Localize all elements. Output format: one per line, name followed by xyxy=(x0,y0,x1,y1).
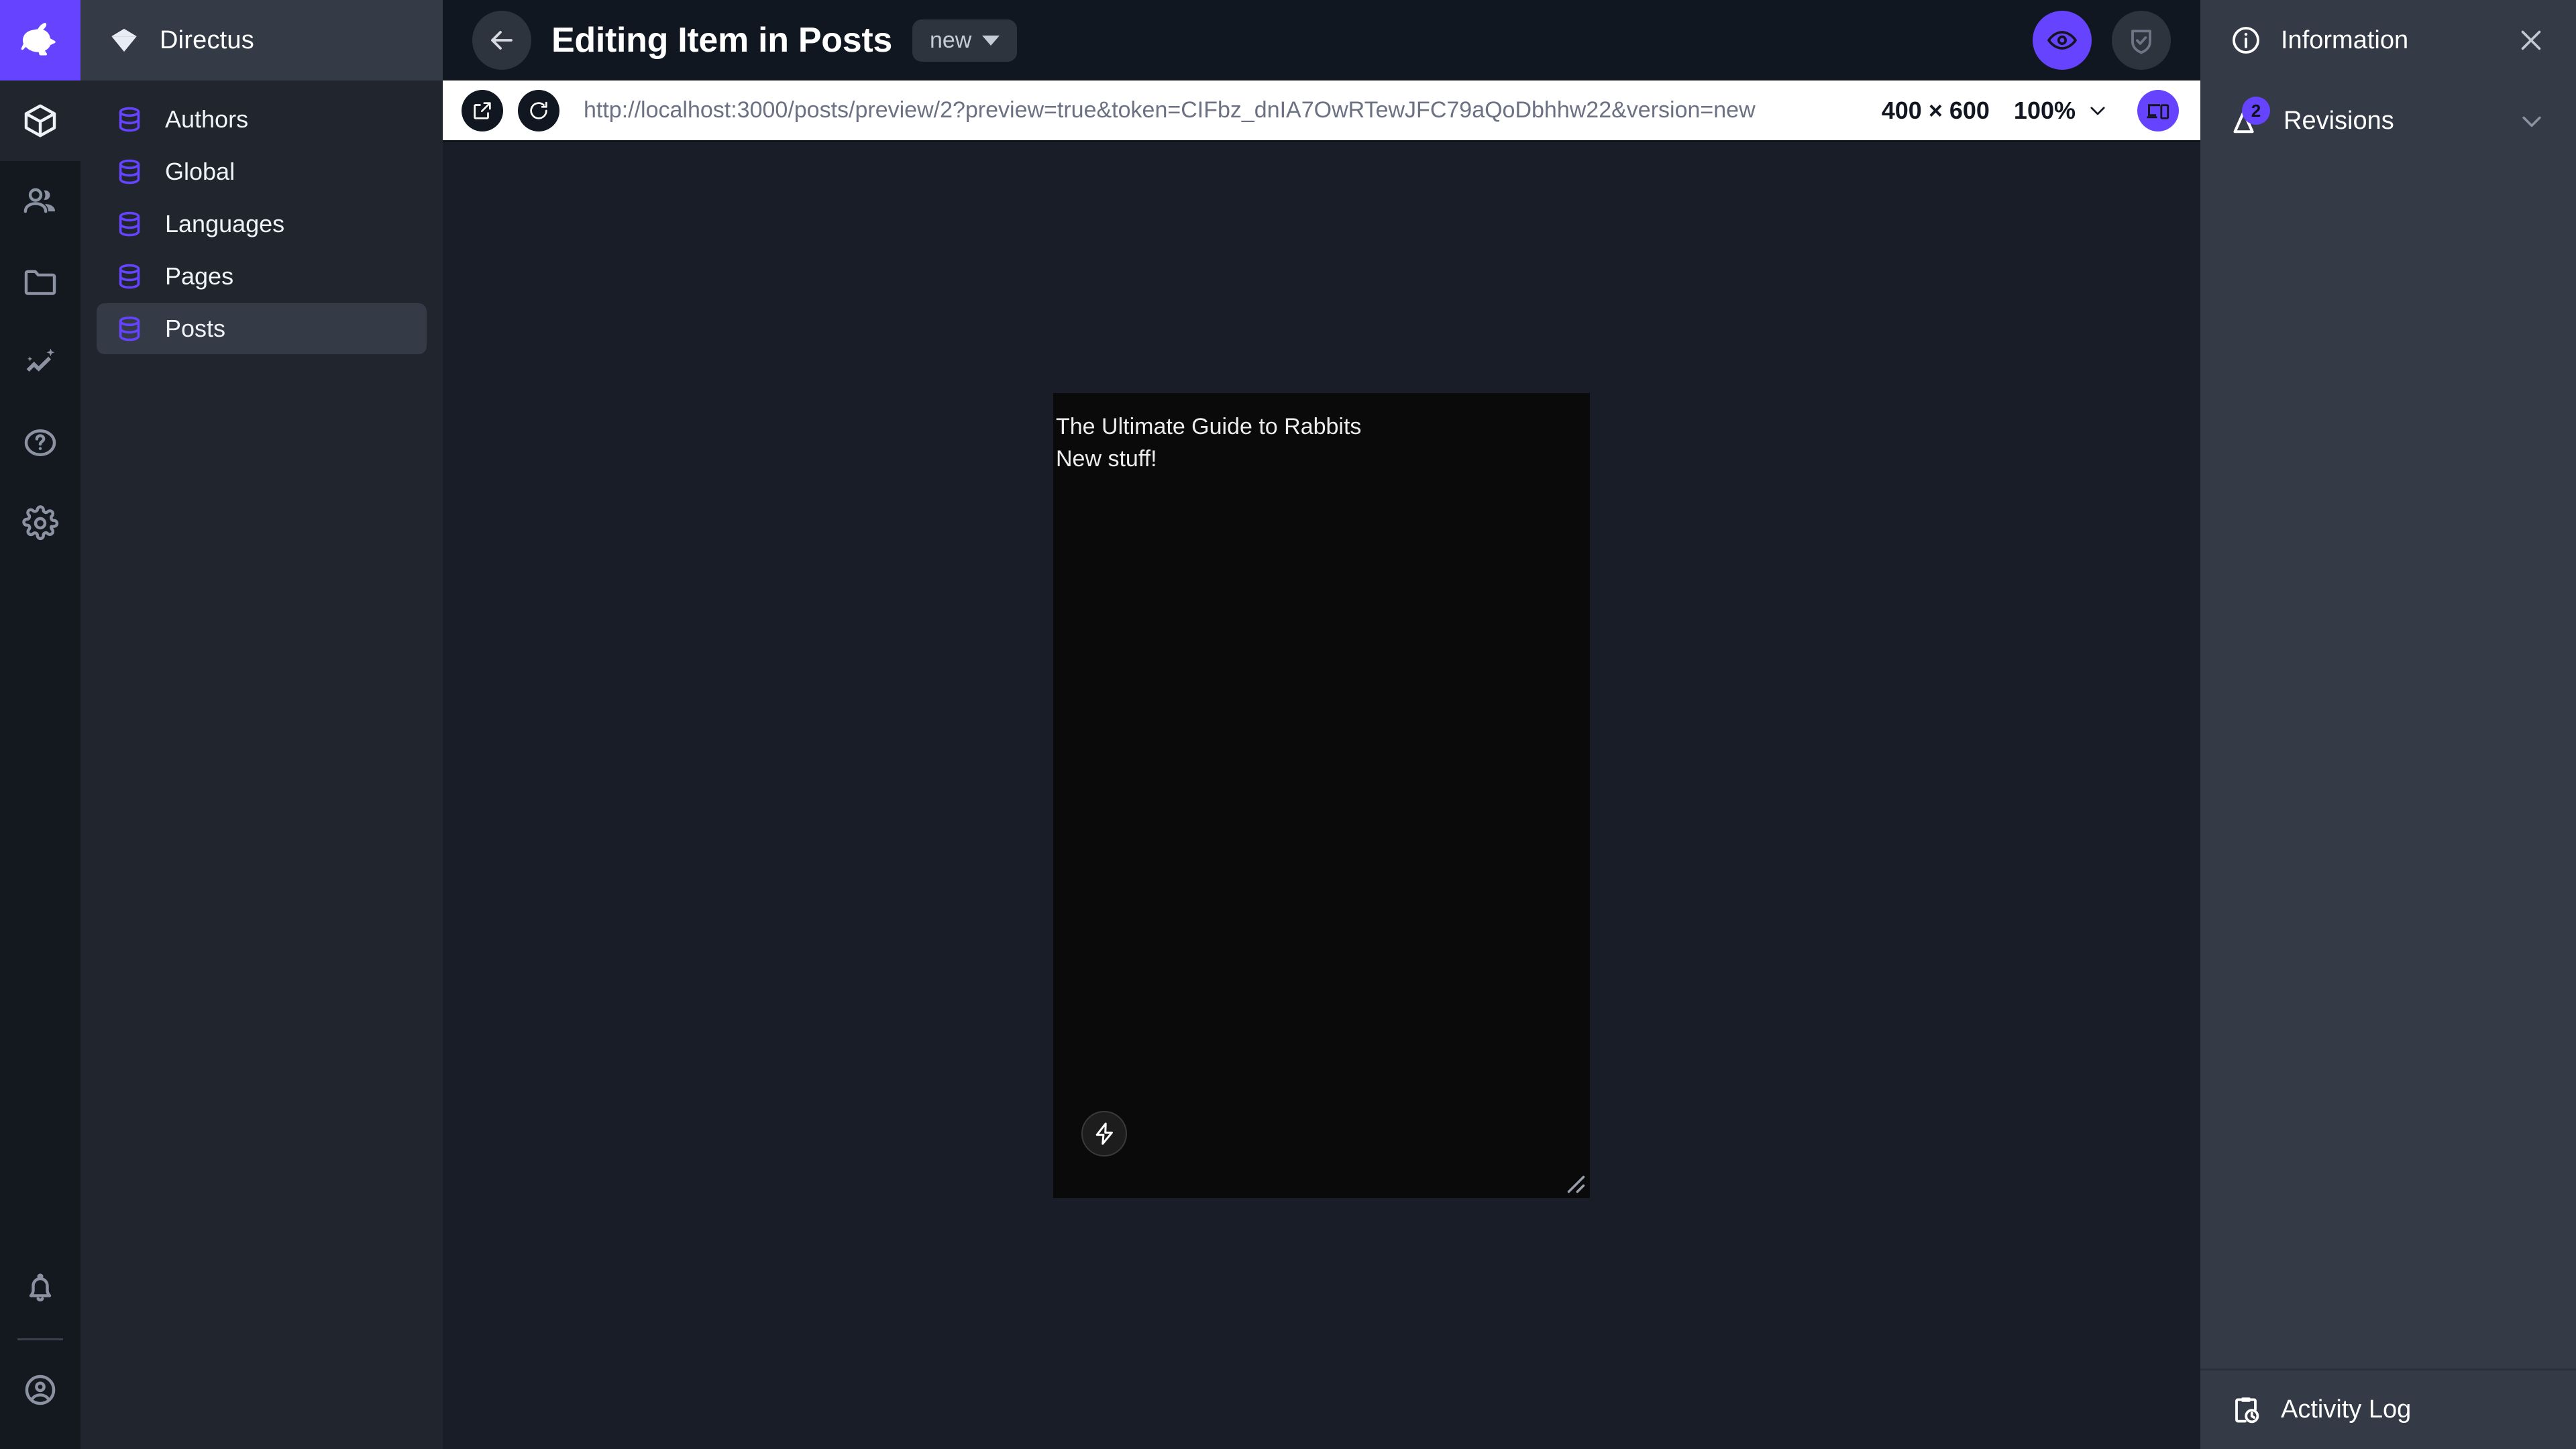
database-icon xyxy=(114,104,145,135)
activity-log-label: Activity Log xyxy=(2281,1395,2411,1424)
chevron-down-icon xyxy=(982,36,1000,46)
directus-diamond-icon xyxy=(107,23,141,57)
preview-url-bar: http://localhost:3000/posts/preview/2?pr… xyxy=(443,80,2200,142)
database-icon xyxy=(114,209,145,239)
users-icon xyxy=(21,182,59,220)
sidebar-item-global[interactable]: Global xyxy=(97,146,427,197)
device-toggle-button[interactable] xyxy=(2137,90,2179,131)
drawer-title: Information xyxy=(2281,26,2497,55)
chevron-down-icon[interactable] xyxy=(2517,106,2546,136)
resize-grip-icon[interactable] xyxy=(1558,1166,1587,1195)
insights-icon xyxy=(21,343,59,381)
main-content: Editing Item in Posts new xyxy=(443,0,2200,1449)
save-button[interactable] xyxy=(2112,11,2171,70)
sidebar-item-label: Authors xyxy=(165,105,248,133)
module-item-settings[interactable] xyxy=(0,483,80,564)
preview-stage: The Ultimate Guide to Rabbits New stuff! xyxy=(443,142,2200,1449)
version-dropdown[interactable]: new xyxy=(912,19,1017,62)
page-title: Editing Item in Posts xyxy=(551,20,892,60)
help-circle-icon xyxy=(21,424,59,462)
activity-log-button[interactable]: Activity Log xyxy=(2200,1368,2576,1449)
open-external-button[interactable] xyxy=(462,90,503,131)
sidebar-item-label: Languages xyxy=(165,210,284,238)
bell-icon xyxy=(21,1270,59,1307)
notifications-button[interactable] xyxy=(0,1248,80,1329)
drawer-item-label: Revisions xyxy=(2284,107,2498,136)
drawer-header: Information xyxy=(2200,0,2576,80)
folder-icon xyxy=(21,263,59,301)
activity-log-icon xyxy=(2230,1394,2262,1426)
close-icon[interactable] xyxy=(2516,25,2546,56)
url-input[interactable]: http://localhost:3000/posts/preview/2?pr… xyxy=(574,97,1867,123)
preview-line: New stuff! xyxy=(1056,443,1590,475)
refresh-icon xyxy=(527,99,550,122)
preview-line: The Ultimate Guide to Rabbits xyxy=(1056,411,1590,443)
zoom-value: 100% xyxy=(2014,97,2076,125)
module-item-help[interactable] xyxy=(0,402,80,483)
drawer-spacer xyxy=(2200,161,2576,1368)
arrow-left-icon xyxy=(486,24,518,56)
refresh-button[interactable] xyxy=(518,90,559,131)
directus-logo[interactable] xyxy=(0,0,80,80)
preview-dimensions: 400 × 600 xyxy=(1882,97,1990,125)
module-bar xyxy=(0,0,80,1449)
open-in-new-icon xyxy=(471,99,494,122)
module-rail-items xyxy=(0,80,80,564)
database-icon xyxy=(114,156,145,187)
sidebar-item-label: Pages xyxy=(165,262,233,290)
devtools-indicator-button[interactable] xyxy=(1081,1111,1127,1157)
page-header: Editing Item in Posts new xyxy=(443,0,2200,80)
rail-bottom-items xyxy=(0,1248,80,1449)
chevron-down-icon xyxy=(2086,99,2109,122)
database-icon xyxy=(114,261,145,292)
sidebar-item-pages[interactable]: Pages xyxy=(97,251,427,302)
shield-check-icon xyxy=(2125,24,2157,56)
account-button[interactable] xyxy=(0,1350,80,1430)
info-circle-icon xyxy=(2230,24,2262,56)
preview-iframe[interactable]: The Ultimate Guide to Rabbits New stuff! xyxy=(1053,393,1590,1198)
rabbit-logo-icon xyxy=(19,19,61,61)
box-icon xyxy=(21,102,59,140)
project-name: Directus xyxy=(160,26,254,55)
project-header[interactable]: Directus xyxy=(80,0,443,80)
module-item-insights[interactable] xyxy=(0,322,80,402)
sidebar-item-authors[interactable]: Authors xyxy=(97,94,427,145)
sidebar-item-posts[interactable]: Posts xyxy=(97,303,427,354)
gear-icon xyxy=(21,504,59,542)
sidebar-item-label: Posts xyxy=(165,315,225,343)
eye-icon xyxy=(2046,24,2078,56)
back-button[interactable] xyxy=(472,11,531,70)
collection-list: Authors Global Languages xyxy=(80,80,443,356)
sidebar-item-languages[interactable]: Languages xyxy=(97,199,427,250)
drawer-item-revisions[interactable]: 2 Revisions xyxy=(2200,80,2576,161)
sidebar-detail-drawer: Information 2 Revisions xyxy=(2200,0,2576,1449)
sidebar-item-label: Global xyxy=(165,158,235,186)
preview-content: The Ultimate Guide to Rabbits New stuff! xyxy=(1053,393,1590,475)
database-icon xyxy=(114,313,145,344)
module-item-file-library[interactable] xyxy=(0,241,80,322)
lightning-bolt-icon xyxy=(1091,1121,1117,1146)
module-item-content[interactable] xyxy=(0,80,80,161)
rail-divider xyxy=(17,1338,63,1340)
module-item-user-directory[interactable] xyxy=(0,161,80,241)
app-root: Directus Authors Global xyxy=(0,0,2576,1449)
account-circle-icon xyxy=(21,1371,59,1409)
preview-toggle-button[interactable] xyxy=(2033,11,2092,70)
navigation-sidebar: Directus Authors Global xyxy=(80,0,443,1449)
revisions-badge: 2 xyxy=(2242,97,2270,125)
devices-icon xyxy=(2146,99,2170,123)
zoom-select[interactable]: 100% xyxy=(2014,97,2109,125)
version-label: new xyxy=(930,28,971,54)
revisions-icon-wrap: 2 xyxy=(2230,103,2265,138)
